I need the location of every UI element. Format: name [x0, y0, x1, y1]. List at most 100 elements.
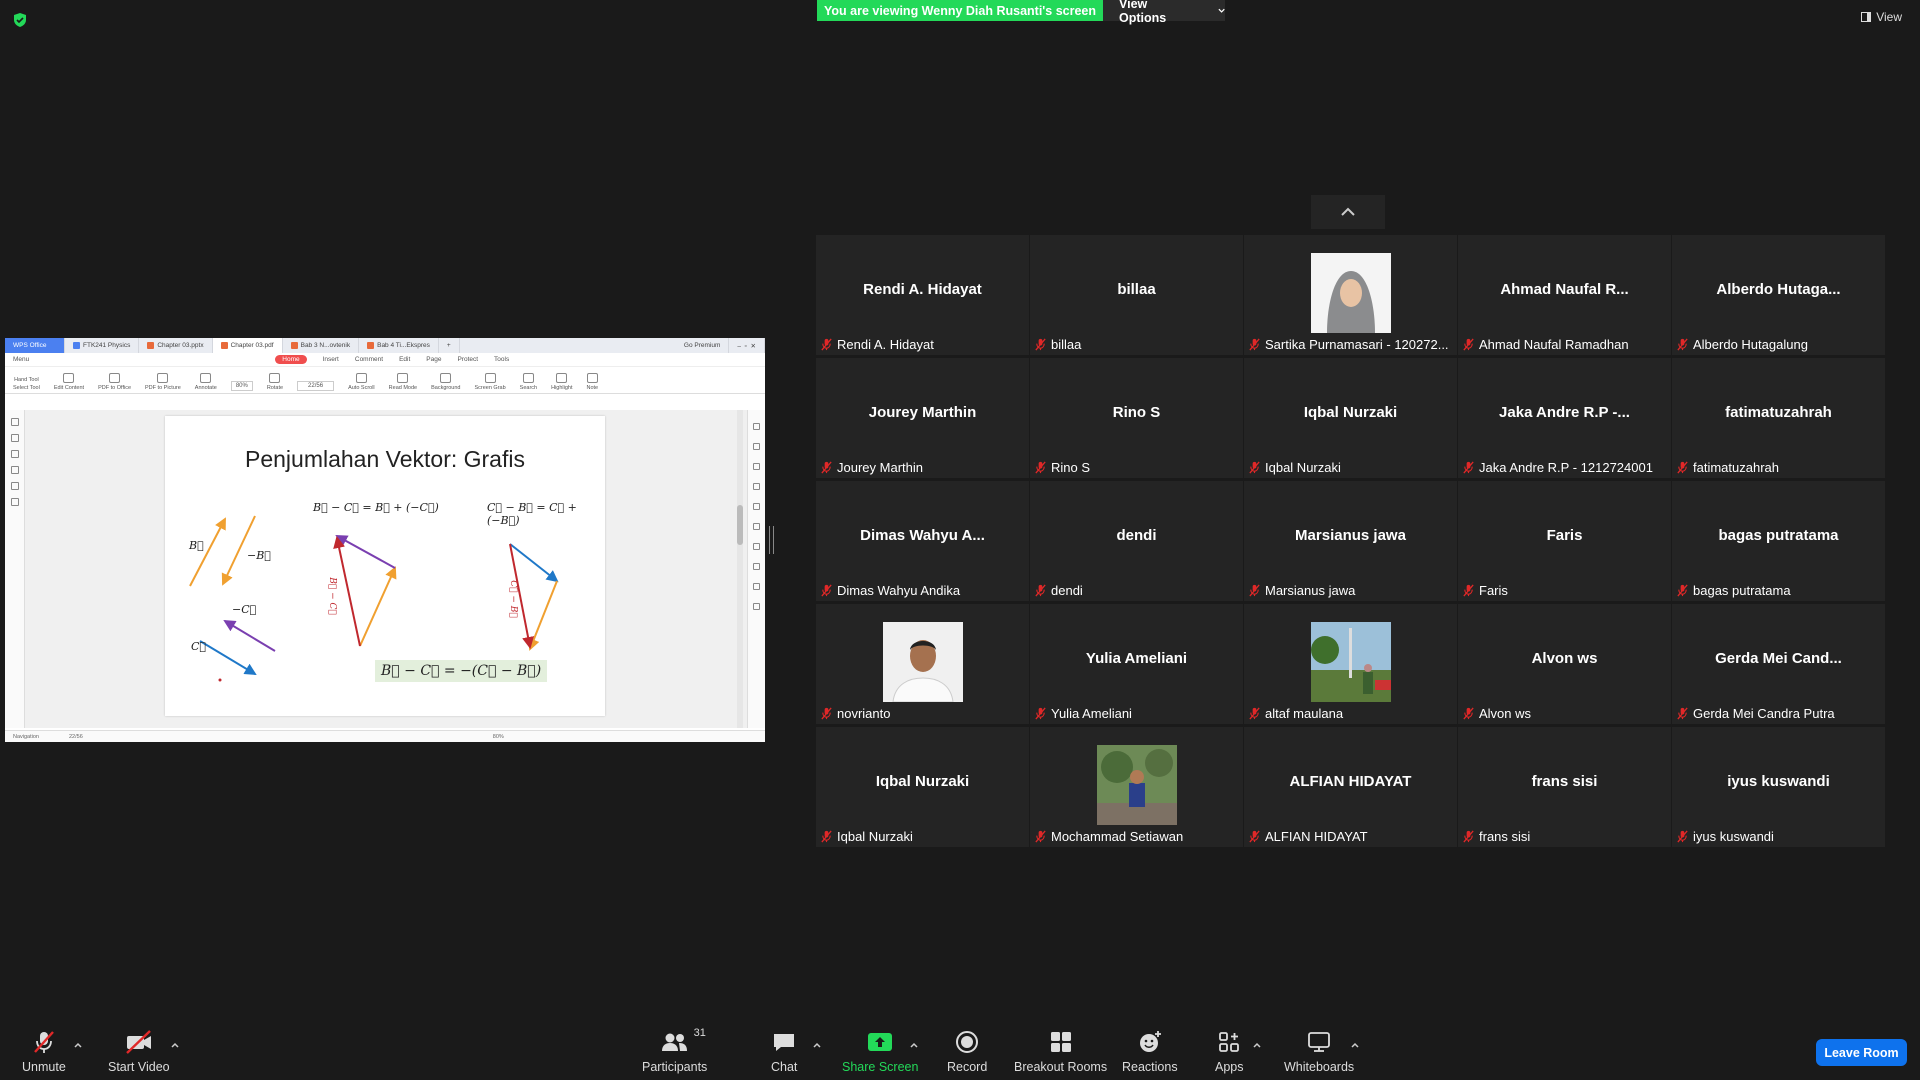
mic-muted-icon	[821, 338, 832, 351]
screen-grab-tool[interactable]: Screen Grab	[474, 373, 506, 391]
page-field[interactable]: 22/56	[297, 381, 335, 391]
menu-item[interactable]: Edit	[399, 356, 410, 363]
vertical-scrollbar[interactable]	[737, 410, 743, 728]
search-tool[interactable]: Search	[520, 373, 537, 391]
mic-muted-icon	[1463, 461, 1474, 474]
menu-item[interactable]: Page	[426, 356, 441, 363]
participant-tile[interactable]: Dimas Wahyu A... Dimas Wahyu Andika	[816, 481, 1029, 601]
apps-button[interactable]: Apps	[1215, 1029, 1244, 1074]
wps-tab[interactable]: Bab 3 N...ovtenik	[283, 338, 360, 353]
new-tab-button[interactable]: +	[439, 338, 460, 353]
participant-tile[interactable]: dendi dendi	[1030, 481, 1243, 601]
gallery-page-up-button[interactable]	[1311, 195, 1385, 229]
participant-tile[interactable]: ALFIAN HIDAYAT ALFIAN HIDAYAT	[1244, 727, 1457, 847]
participant-tile[interactable]: Gerda Mei Cand... Gerda Mei Candra Putra	[1672, 604, 1885, 724]
go-premium-link[interactable]: Go Premium	[676, 338, 730, 353]
participant-tile[interactable]: altaf maulana	[1244, 604, 1457, 724]
whiteboards-options-caret-icon[interactable]	[1350, 1040, 1360, 1050]
wps-tab-active[interactable]: Chapter 03.pdf	[212, 338, 283, 353]
participant-tile[interactable]: Iqbal Nurzaki Iqbal Nurzaki	[816, 727, 1029, 847]
unmute-button[interactable]: Unmute	[22, 1029, 66, 1074]
menu-item-home[interactable]: Home	[275, 355, 307, 364]
participant-tile[interactable]: Alvon ws Alvon ws	[1458, 604, 1671, 724]
panel-splitter-handle[interactable]	[769, 526, 774, 554]
highlight-tool[interactable]: Highlight	[551, 373, 573, 391]
participant-name: Jaka Andre R.P - 1212724001	[1479, 460, 1653, 475]
whiteboards-button[interactable]: Whiteboards	[1284, 1029, 1354, 1074]
participant-name-label: Ahmad Naufal Ramadhan	[1462, 336, 1629, 353]
participant-tile[interactable]: Jourey Marthin Jourey Marthin	[816, 358, 1029, 478]
pdf-to-office-tool[interactable]: PDF to Office	[98, 373, 131, 391]
participant-tile[interactable]: frans sisi frans sisi	[1458, 727, 1671, 847]
menu-item[interactable]: Menu	[13, 356, 29, 363]
status-page[interactable]: 22/56	[69, 734, 83, 740]
participant-tile[interactable]: Jaka Andre R.P -... Jaka Andre R.P - 1212…	[1458, 358, 1671, 478]
participant-tile[interactable]: fatimatuzahrah fatimatuzahrah	[1672, 358, 1885, 478]
chat-options-caret-icon[interactable]	[812, 1040, 822, 1050]
participant-tile[interactable]: Iqbal Nurzaki Iqbal Nurzaki	[1244, 358, 1457, 478]
start-video-button[interactable]: Start Video	[108, 1029, 170, 1074]
participant-tile[interactable]: Marsianus jawa Marsianus jawa	[1244, 481, 1457, 601]
wps-tab[interactable]: WPS Office	[5, 338, 65, 353]
wps-tab[interactable]: FTK241 Physics	[65, 338, 140, 353]
participant-tile[interactable]: Faris Faris	[1458, 481, 1671, 601]
participants-button[interactable]: 31 Participants	[642, 1027, 707, 1074]
participant-tile[interactable]: Rendi A. Hidayat Rendi A. Hidayat	[816, 235, 1029, 355]
breakout-rooms-button[interactable]: Breakout Rooms	[1014, 1029, 1107, 1074]
leave-room-button[interactable]: Leave Room	[1816, 1039, 1907, 1066]
video-options-caret-icon[interactable]	[170, 1040, 180, 1050]
rotate-tool[interactable]: Rotate	[267, 373, 283, 391]
whiteboard-icon	[1308, 1032, 1330, 1052]
share-screen-button[interactable]: Share Screen	[842, 1029, 918, 1074]
participant-display-name: iyus kuswandi	[1727, 773, 1830, 790]
note-tool[interactable]: Note	[587, 373, 598, 391]
menu-item[interactable]: Protect	[457, 356, 478, 363]
participant-tile[interactable]: billaa billaa	[1030, 235, 1243, 355]
background-tool[interactable]: Background	[431, 373, 460, 391]
participant-tile[interactable]: Yulia Ameliani Yulia Ameliani	[1030, 604, 1243, 724]
breakout-rooms-label: Breakout Rooms	[1014, 1060, 1108, 1074]
annotate-tool[interactable]: Annotate	[195, 373, 217, 391]
menu-item[interactable]: Comment	[355, 356, 383, 363]
apps-label: Apps	[1215, 1060, 1244, 1074]
participant-tile[interactable]: Rino S Rino S	[1030, 358, 1243, 478]
edit-content-tool[interactable]: Edit Content	[54, 373, 84, 391]
security-shield-icon[interactable]	[12, 12, 28, 28]
hand-tool[interactable]: Hand Tool Select Tool	[13, 377, 40, 391]
auto-scroll-tool[interactable]: Auto Scroll	[348, 373, 375, 391]
audio-options-caret-icon[interactable]	[73, 1040, 83, 1050]
apps-icon	[1219, 1032, 1240, 1052]
label-c-minus-b: C⃗ − B⃗	[507, 580, 518, 618]
equation-identity: B⃗ − C⃗ = −(C⃗ − B⃗)	[375, 660, 548, 682]
read-mode-tool[interactable]: Read Mode	[389, 373, 417, 391]
participant-tile[interactable]: novrianto	[816, 604, 1029, 724]
navigation-toggle[interactable]: Navigation	[13, 734, 39, 740]
view-options-button[interactable]: View Options	[1103, 0, 1225, 25]
wps-tab[interactable]: Chapter 03.pptx	[139, 338, 213, 353]
participant-tile[interactable]: Mochammad Setiawan	[1030, 727, 1243, 847]
menu-item[interactable]: Tools	[494, 356, 509, 363]
participant-display-name: dendi	[1116, 527, 1157, 544]
wps-tab[interactable]: Bab 4 Ti...Ekspres	[359, 338, 439, 353]
window-controls[interactable]: – ▫ ✕	[729, 338, 765, 353]
zoom-field[interactable]: 80%	[230, 381, 253, 391]
view-label: View	[1876, 10, 1902, 24]
participant-tile[interactable]: Sartika Purnamasari - 120272...	[1244, 235, 1457, 355]
record-button[interactable]: Record	[947, 1029, 987, 1074]
mic-muted-icon	[1249, 461, 1260, 474]
document-area[interactable]: Penjumlahan Vektor: Grafis B⃗ −B⃗ −C⃗ C⃗…	[5, 410, 765, 728]
share-options-caret-icon[interactable]	[909, 1040, 919, 1050]
status-zoom[interactable]: 80%	[493, 734, 504, 740]
participant-tile[interactable]: Alberdo Hutaga... Alberdo Hutagalung	[1672, 235, 1885, 355]
video-off-icon	[125, 1030, 151, 1054]
pdf-to-picture-tool[interactable]: PDF to Picture	[145, 373, 181, 391]
reactions-button[interactable]: Reactions	[1122, 1029, 1178, 1074]
apps-options-caret-icon[interactable]	[1252, 1040, 1262, 1050]
participant-display-name: Alvon ws	[1531, 650, 1598, 667]
participant-tile[interactable]: iyus kuswandi iyus kuswandi	[1672, 727, 1885, 847]
participant-tile[interactable]: Ahmad Naufal R... Ahmad Naufal Ramadhan	[1458, 235, 1671, 355]
menu-item[interactable]: Insert	[323, 356, 339, 363]
view-layout-button[interactable]: View	[1861, 10, 1902, 24]
chat-button[interactable]: Chat	[771, 1029, 797, 1074]
participant-tile[interactable]: bagas putratama bagas putratama	[1672, 481, 1885, 601]
